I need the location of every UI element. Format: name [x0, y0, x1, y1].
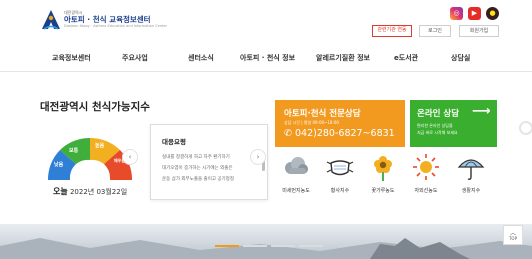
nav-item-education-center[interactable]: 교육정보센터: [52, 53, 91, 63]
nav-item-center-news[interactable]: 센터소식: [188, 53, 214, 63]
phone-consult-title: 아토피·천식 전문상담: [284, 109, 361, 119]
prev-slide-button[interactable]: ‹: [122, 149, 138, 165]
online-consult-box[interactable]: 온라인 상담 ⟶ 편리한 온라인 상담을 지금 바로 시작해 보세요: [410, 100, 497, 147]
flower-icon: [374, 156, 392, 181]
arrow-right-icon: ⟶: [472, 104, 491, 119]
site-header: 대전광역시 아토피 · 천식 교육정보센터 Daejeon Atopy · As…: [0, 0, 532, 44]
index-fine-dust[interactable]: 미세먼지농도: [275, 152, 317, 198]
signup-button[interactable]: 회원가입: [459, 25, 499, 37]
bottom-banner: [0, 224, 532, 259]
sun-icon: [413, 154, 439, 180]
kakao-glyph: ●: [489, 9, 496, 17]
umbrella-icon: [457, 159, 485, 180]
nav-item-elibrary[interactable]: e도서관: [394, 53, 418, 63]
nav-item-main-projects[interactable]: 주요사업: [122, 53, 148, 63]
index-yellow-dust[interactable]: 황사지수: [319, 152, 361, 198]
today-label: 오늘: [53, 187, 68, 196]
logo-center-name: 아토피 · 천식 교육정보센터: [64, 15, 151, 24]
phone-consult-number: ✆ 042)280-6827~6831: [284, 128, 395, 139]
next-slide-button[interactable]: ›: [250, 149, 266, 165]
index-label: 자외선농도: [414, 188, 438, 194]
response-guide-line: 대기오염이 증가하는 시기에는 외출은: [162, 166, 233, 171]
related-agency-button[interactable]: 관련기관 연동: [372, 25, 412, 37]
nav-item-counseling[interactable]: 상담실: [451, 53, 470, 63]
scroll-top-label: TOP: [508, 236, 517, 241]
response-guide-line: 운동 삼가 외부노출을 줄이고 공기청정: [162, 177, 234, 182]
dust-cloud-icon: [285, 157, 308, 174]
gauge-label-low: 낮음: [54, 162, 64, 168]
phone-number-text: 042)280-6827~6831: [295, 128, 395, 139]
main-nav: 교육정보센터 주요사업 센터소식 아토피 · 천식 정보 알레르기질환 정보 e…: [0, 44, 532, 72]
online-consult-line: 지금 바로 시작해 보세요: [417, 130, 458, 135]
logo-text: 대전광역시 아토피 · 천식 교육정보센터 Daejeon Atopy · As…: [64, 10, 167, 29]
response-guide-line: 실내를 청결하게 하고 자주 환기하기: [162, 155, 230, 160]
index-living[interactable]: 생활지수: [450, 152, 492, 198]
kakao-icon[interactable]: ●: [486, 7, 499, 20]
index-label: 미세먼지농도: [282, 188, 310, 194]
mask-icon: [326, 160, 354, 176]
phone-consult-hours: 상담 시간 | 평일 09:00~18:00: [284, 120, 339, 125]
logo-mark-icon: [42, 10, 60, 30]
today-date: 오늘 2022년 03월22일: [53, 186, 127, 197]
nav-item-atopy-asthma-info[interactable]: 아토피 · 천식 정보: [240, 53, 295, 63]
scroll-top-button[interactable]: ︿ TOP: [503, 225, 523, 245]
online-consult-line: 편리한 온라인 상담을: [417, 123, 453, 128]
chevron-left-icon: ‹: [128, 153, 132, 161]
phone-consult-box[interactable]: 아토피·천식 전문상담 상담 시간 | 평일 09:00~18:00 ✆ 042…: [275, 100, 405, 147]
slide-indicator[interactable]: [299, 245, 323, 247]
slide-indicator[interactable]: [243, 245, 267, 247]
banner-landscape-icon: [0, 238, 532, 259]
instagram-glyph: ◎: [453, 9, 460, 17]
index-label: 꽃가루농도: [371, 188, 395, 194]
instagram-icon[interactable]: ◎: [450, 7, 463, 20]
index-uv[interactable]: 자외선농도: [405, 152, 447, 198]
login-button[interactable]: 로그인: [419, 25, 451, 37]
youtube-icon[interactable]: ▶: [468, 7, 481, 20]
chevron-right-icon: ›: [256, 153, 260, 161]
asthma-index-title: 대전광역시 천식가능지수: [40, 101, 150, 113]
slide-indicator-active[interactable]: [215, 245, 239, 247]
online-consult-title: 온라인 상담: [417, 109, 460, 119]
response-guide-title: 대응요령: [162, 138, 186, 146]
gauge-label-normal: 보통: [69, 148, 79, 154]
index-label: 황사지수: [330, 188, 350, 194]
slide-indicator[interactable]: [271, 245, 295, 247]
youtube-glyph: ▶: [471, 9, 478, 17]
decorative-ring: [519, 121, 532, 135]
today-date-value: 2022년 03월22일: [69, 188, 128, 196]
nav-item-allergy-info[interactable]: 알레르기질환 정보: [316, 53, 370, 63]
logo-english-name: Daejeon Atopy · Asthma Education and Inf…: [64, 24, 167, 28]
index-pollen[interactable]: 꽃가루농도: [362, 152, 404, 198]
gauge-label-high: 높음: [95, 143, 105, 149]
phone-icon: ✆: [284, 128, 292, 139]
index-label: 생활지수: [461, 188, 481, 194]
